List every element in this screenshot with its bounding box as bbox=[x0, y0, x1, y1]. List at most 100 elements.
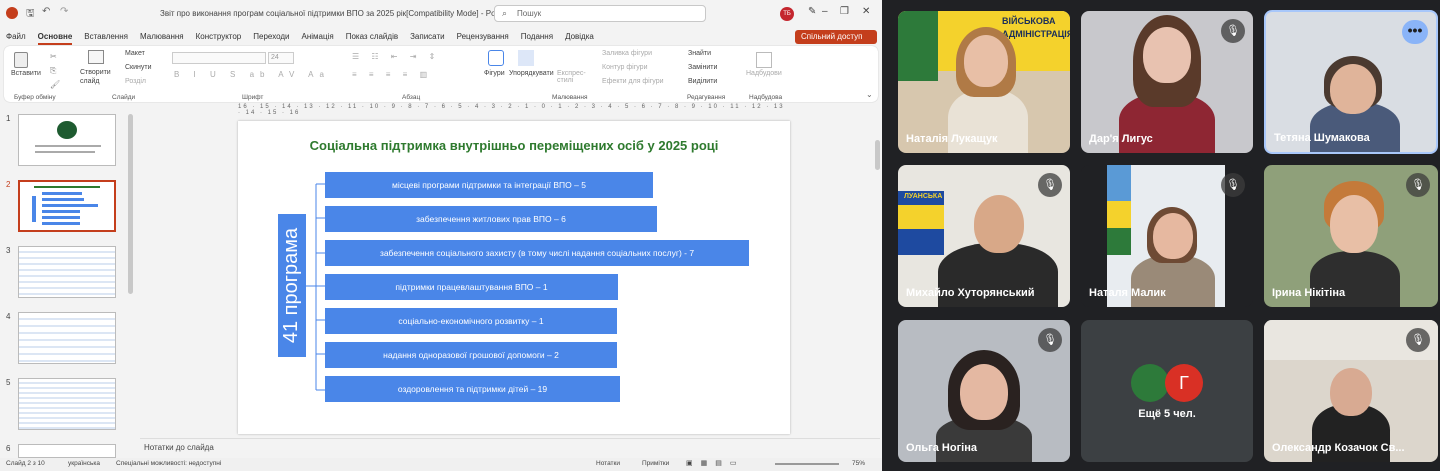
notes-pane[interactable]: Нотатки до слайда bbox=[140, 438, 880, 456]
zoom-slider[interactable] bbox=[775, 463, 839, 465]
participant-face bbox=[974, 195, 1024, 253]
thumbnail-text-line bbox=[35, 151, 95, 153]
font-group-label: Шрифт bbox=[242, 94, 264, 101]
shape-fill-button[interactable]: Заливка фігури bbox=[602, 50, 652, 57]
tab-animations[interactable]: Анімація bbox=[302, 29, 334, 45]
slide-thumbnail-6[interactable] bbox=[18, 444, 116, 458]
notes-toggle[interactable]: Нотатки bbox=[596, 460, 620, 467]
font-format-buttons[interactable]: B I U S ab AV Aa bbox=[174, 70, 330, 79]
user-avatar[interactable]: ТБ bbox=[780, 7, 794, 21]
tab-slideshow[interactable]: Показ слайдів bbox=[346, 29, 398, 45]
participant-tile[interactable]: 🎙 Ольга Ногіна bbox=[898, 320, 1070, 462]
participant-tile[interactable]: ЛУАНСЬКА 🎙 Михайло Хуторянський bbox=[898, 165, 1070, 307]
thumbnails-scrollbar[interactable] bbox=[128, 114, 133, 294]
slide-scrollbar[interactable] bbox=[875, 140, 880, 170]
pen-icon[interactable]: ✎ bbox=[808, 6, 816, 17]
view-buttons[interactable]: ▣▦▤▭ bbox=[686, 459, 744, 467]
shape-outline-button[interactable]: Контур фігури bbox=[602, 64, 647, 71]
participant-tile[interactable]: 🎙 Наталя Малик bbox=[1081, 165, 1253, 307]
layout-button[interactable]: Макет bbox=[125, 50, 145, 57]
tab-record[interactable]: Записати bbox=[410, 29, 445, 45]
arrange-button[interactable]: Упорядкувати bbox=[509, 70, 554, 77]
replace-button[interactable]: Замінити bbox=[688, 64, 717, 71]
programs-count-box[interactable]: 41 програма bbox=[278, 214, 306, 357]
program-box-2[interactable]: забезпечення житлових прав ВПО – 6 bbox=[325, 206, 657, 232]
programs-count-text: 41 програма bbox=[280, 227, 303, 344]
program-box-7[interactable]: оздоровлення та підтримки дітей – 19 bbox=[325, 376, 620, 402]
slide-thumbnail-3[interactable] bbox=[18, 246, 116, 298]
reset-button[interactable]: Скинути bbox=[125, 64, 152, 71]
share-button[interactable]: Спільний доступ bbox=[795, 30, 877, 44]
redo-icon[interactable]: ↷ bbox=[60, 6, 68, 17]
thumbnail-box bbox=[42, 198, 84, 201]
save-icon[interactable]: 🖫 bbox=[26, 6, 35, 23]
format-painter-icon[interactable]: 🖌 bbox=[50, 80, 60, 89]
tab-transitions[interactable]: Переходи bbox=[253, 29, 289, 45]
language-indicator[interactable]: українська bbox=[68, 460, 100, 467]
participant-tile[interactable]: 🎙 Ірина Нікітіна bbox=[1264, 165, 1438, 307]
search-input[interactable]: ⌕ Пошук bbox=[494, 5, 706, 22]
participant-tile-active[interactable]: ••• Тетяна Шумакова bbox=[1264, 10, 1438, 154]
slide-title[interactable]: Соціальна підтримка внутрішньо переміщен… bbox=[238, 138, 790, 153]
tab-help[interactable]: Довідка bbox=[565, 29, 594, 45]
font-size-input[interactable]: 24 bbox=[268, 52, 294, 64]
addins-button[interactable]: Надбудови bbox=[746, 70, 782, 77]
thumbnail-box bbox=[42, 192, 82, 195]
tab-review[interactable]: Рецензування bbox=[457, 29, 509, 45]
participant-face bbox=[1330, 368, 1372, 416]
zoom-level[interactable]: 75% bbox=[852, 460, 865, 467]
close-icon[interactable]: ✕ bbox=[862, 6, 870, 17]
copy-icon[interactable]: ⎘ bbox=[50, 66, 56, 76]
cut-icon[interactable]: ✂ bbox=[50, 52, 57, 61]
participant-name: Наталя Малик bbox=[1089, 287, 1166, 299]
font-name-input[interactable] bbox=[172, 52, 266, 64]
comments-toggle[interactable]: Примітки bbox=[642, 460, 669, 467]
undo-icon[interactable]: ↶ bbox=[42, 6, 50, 17]
program-box-4[interactable]: підтримки працевлаштування ВПО – 1 bbox=[325, 274, 618, 300]
quick-styles-button[interactable]: Експрес-стилі bbox=[557, 70, 587, 84]
participant-name: Тетяна Шумакова bbox=[1274, 132, 1370, 144]
addins-group-label: Надбудова bbox=[749, 94, 783, 101]
collapse-ribbon-icon[interactable]: ⌄ bbox=[866, 90, 873, 99]
program-box-5[interactable]: соціально-економічного розвитку – 1 bbox=[325, 308, 617, 334]
more-options-icon[interactable]: ••• bbox=[1402, 20, 1428, 44]
search-icon: ⌕ bbox=[502, 8, 508, 18]
flag-background bbox=[1107, 165, 1131, 255]
slide-thumbnail-4[interactable] bbox=[18, 312, 116, 364]
new-slide-button[interactable]: Створити слайд bbox=[80, 68, 116, 86]
tab-draw[interactable]: Малювання bbox=[140, 29, 184, 45]
restore-icon[interactable]: ❐ bbox=[840, 6, 849, 17]
section-button[interactable]: Розділ bbox=[125, 78, 146, 85]
tab-insert[interactable]: Вставлення bbox=[84, 29, 128, 45]
slide-number: 5 bbox=[6, 378, 11, 387]
participant-tile[interactable]: ВІЙСЬКОВА АДМІНІСТРАЦІЯ Наталія Лукащук bbox=[898, 11, 1070, 153]
shapes-button[interactable]: Фігури bbox=[484, 70, 505, 77]
slide-thumbnail-2[interactable] bbox=[18, 180, 116, 232]
accessibility-indicator[interactable]: Спеціальні можливості: недоступні bbox=[116, 460, 221, 467]
participant-avatar-initial: Г bbox=[1165, 364, 1203, 402]
participant-tile[interactable]: 🎙 Дар'я Лигус bbox=[1081, 11, 1253, 153]
participant-tile[interactable]: 🎙 Олександр Козачок Св... bbox=[1264, 320, 1438, 462]
drawing-group-label: Малювання bbox=[552, 94, 588, 101]
tab-view[interactable]: Подання bbox=[521, 29, 553, 45]
thumbnail-box bbox=[42, 222, 80, 225]
list-buttons[interactable]: ☰ ☷ ⇤ ⇥ ⇕ bbox=[352, 52, 440, 61]
select-button[interactable]: Виділити bbox=[688, 78, 717, 85]
tab-file[interactable]: Файл bbox=[6, 29, 26, 45]
minimize-icon[interactable]: – bbox=[822, 6, 828, 17]
slide-canvas[interactable]: Соціальна підтримка внутрішньо переміщен… bbox=[238, 121, 790, 434]
align-buttons[interactable]: ≡ ≡ ≡ ≡ ▥ bbox=[352, 70, 432, 79]
slide-thumbnail-5[interactable] bbox=[18, 378, 116, 430]
tab-design[interactable]: Конструктор bbox=[196, 29, 242, 45]
program-box-6[interactable]: надання одноразової грошової допомоги – … bbox=[325, 342, 617, 368]
slide-thumbnail-1[interactable] bbox=[18, 114, 116, 166]
program-box-1[interactable]: місцеві програми підтримки та інтеграції… bbox=[325, 172, 653, 198]
shape-effects-button[interactable]: Ефекти для фігури bbox=[602, 78, 664, 85]
find-button[interactable]: Знайти bbox=[688, 50, 711, 57]
ribbon-tabs: Файл Основне Вставлення Малювання Констр… bbox=[0, 29, 882, 45]
paste-button[interactable]: Вставити bbox=[11, 70, 41, 77]
tab-home[interactable]: Основне bbox=[37, 29, 73, 45]
program-box-3[interactable]: забезпечення соціального захисту (в тому… bbox=[325, 240, 749, 266]
mic-muted-icon: 🎙 bbox=[1221, 19, 1245, 43]
more-participants-tile[interactable]: Г Ещё 5 чел. bbox=[1081, 320, 1253, 462]
